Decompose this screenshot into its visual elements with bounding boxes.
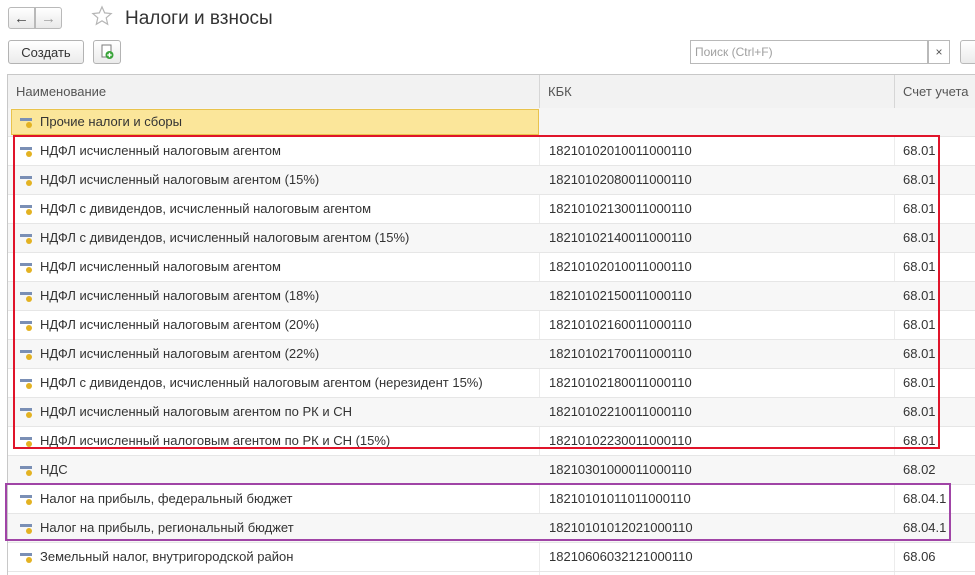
table-row[interactable]: НДФЛ исчисленный налоговым агентом по РК… bbox=[8, 427, 975, 456]
row-account: 68.02 bbox=[903, 462, 936, 477]
table-row[interactable]: Земельный налог, внутригородской район 18… bbox=[8, 543, 975, 572]
search-options-button[interactable] bbox=[960, 40, 975, 64]
favorite-star-icon[interactable] bbox=[91, 5, 113, 27]
row-name: НДФЛ исчисленный налоговым агентом bbox=[40, 143, 281, 158]
search-clear-button[interactable]: × bbox=[928, 40, 950, 64]
row-kbk: 18210102230011000110 bbox=[549, 433, 692, 448]
row-account: 68.01 bbox=[903, 288, 936, 303]
catalog-item-icon bbox=[20, 524, 32, 534]
add-document-icon bbox=[101, 44, 114, 59]
row-account: 68.01 bbox=[903, 259, 936, 274]
copy-button[interactable] bbox=[93, 40, 121, 64]
catalog-item-icon bbox=[20, 466, 32, 476]
row-kbk: 18210102160011000110 bbox=[549, 317, 692, 332]
row-kbk: 18210102080011000110 bbox=[549, 172, 692, 187]
table-row[interactable]: НДФЛ исчисленный налоговым агентом (22%)… bbox=[8, 340, 975, 369]
table-row[interactable]: Налог на прибыль, федеральный бюджет 1821… bbox=[8, 485, 975, 514]
row-name: НДФЛ исчисленный налоговым агентом по РК… bbox=[40, 433, 391, 448]
catalog-item-icon bbox=[20, 176, 32, 186]
row-kbk: 18210301000011000110 bbox=[549, 462, 692, 477]
row-name: НДФЛ исчисленный налоговым агентом по РК… bbox=[40, 404, 352, 419]
taxes-table: Наименование КБК Счет учета Прочие налог… bbox=[7, 74, 975, 575]
table-row[interactable]: НДФЛ исчисленный налоговым агентом 182101… bbox=[8, 137, 975, 166]
column-header-name[interactable]: Наименование bbox=[8, 75, 539, 108]
catalog-item-icon bbox=[20, 321, 32, 331]
row-kbk: 18210102010011000110 bbox=[549, 259, 692, 274]
create-button[interactable]: Создать bbox=[8, 40, 84, 64]
row-kbk: 18210102180011000110 bbox=[549, 375, 692, 390]
catalog-item-icon bbox=[20, 263, 32, 273]
forward-button[interactable]: → bbox=[35, 7, 62, 29]
row-name: НДФЛ исчисленный налоговым агентом (22%) bbox=[40, 346, 320, 361]
row-name: НДФЛ с дивидендов, исчисленный налоговым… bbox=[40, 375, 483, 390]
table-header: Наименование КБК Счет учета bbox=[8, 75, 975, 109]
row-kbk: 18210102140011000110 bbox=[549, 230, 692, 245]
row-account: 68.01 bbox=[903, 317, 936, 332]
table-row[interactable]: НДФЛ исчисленный налоговым агентом (18%)… bbox=[8, 282, 975, 311]
catalog-item-icon bbox=[20, 234, 32, 244]
catalog-item-icon bbox=[20, 408, 32, 418]
row-account: 68.01 bbox=[903, 172, 936, 187]
row-name: Земельный налог, внутригородской район bbox=[40, 549, 294, 564]
table-row[interactable]: НДФЛ с дивидендов, исчисленный налоговым… bbox=[8, 195, 975, 224]
arrow-right-icon: → bbox=[41, 9, 56, 27]
catalog-item-icon bbox=[20, 553, 32, 563]
row-kbk: 18210102150011000110 bbox=[549, 288, 692, 303]
arrow-left-icon: ← bbox=[14, 9, 29, 27]
row-name: Налог на прибыль, региональный бюджет bbox=[40, 520, 294, 535]
table-row[interactable]: НДФЛ исчисленный налоговым агентом (20%)… bbox=[8, 311, 975, 340]
table-row-group[interactable]: Прочие налоги и сборы bbox=[8, 108, 975, 137]
table-row[interactable]: НДС 18210301000011000110 68.02 bbox=[8, 456, 975, 485]
column-header-account[interactable]: Счет учета bbox=[895, 75, 975, 108]
table-row[interactable]: НДФЛ исчисленный налоговым агентом по РК… bbox=[8, 398, 975, 427]
row-name: НДФЛ с дивидендов, исчисленный налоговым… bbox=[40, 230, 410, 245]
row-name: НДФЛ исчисленный налоговым агентом bbox=[40, 259, 281, 274]
row-name: НДС bbox=[40, 462, 68, 477]
row-name: НДФЛ исчисленный налоговым агентом (15%) bbox=[40, 172, 320, 187]
row-account: 68.01 bbox=[903, 404, 936, 419]
row-kbk: 18210101011011000110 bbox=[549, 491, 691, 506]
row-account: 68.04.1 bbox=[903, 520, 947, 535]
folder-item-icon bbox=[20, 118, 32, 128]
back-button[interactable]: ← bbox=[8, 7, 35, 29]
catalog-item-icon bbox=[20, 350, 32, 360]
catalog-item-icon bbox=[20, 292, 32, 302]
table-row[interactable]: НДФЛ с дивидендов, исчисленный налоговым… bbox=[8, 224, 975, 253]
row-kbk: 18210102170011000110 bbox=[549, 346, 692, 361]
row-name: Прочие налоги и сборы bbox=[40, 114, 183, 129]
catalog-item-icon bbox=[20, 379, 32, 389]
table-row[interactable]: НДФЛ исчисленный налоговым агентом (15%)… bbox=[8, 166, 975, 195]
row-account: 68.01 bbox=[903, 143, 936, 158]
row-account: 68.01 bbox=[903, 346, 936, 361]
catalog-item-icon bbox=[20, 495, 32, 505]
row-account: 68.01 bbox=[903, 230, 936, 245]
row-account: 68.04.1 bbox=[903, 491, 947, 506]
row-name: НДФЛ исчисленный налоговым агентом (18%) bbox=[40, 288, 320, 303]
row-name: НДФЛ с дивидендов, исчисленный налоговым… bbox=[40, 201, 372, 216]
table-row[interactable]: НДФЛ с дивидендов, исчисленный налоговым… bbox=[8, 369, 975, 398]
catalog-item-icon bbox=[20, 205, 32, 215]
search-input[interactable] bbox=[690, 40, 928, 64]
column-header-kbk[interactable]: КБК bbox=[540, 75, 894, 108]
table-row[interactable]: Налог на прибыль, региональный бюджет 182… bbox=[8, 514, 975, 543]
row-account: 68.01 bbox=[903, 433, 936, 448]
table-row[interactable]: НДФЛ исчисленный налоговым агентом 182101… bbox=[8, 253, 975, 282]
row-kbk: 18210606032121000110 bbox=[549, 549, 693, 564]
row-kbk: 18210102210011000110 bbox=[549, 404, 692, 419]
row-account: 68.01 bbox=[903, 375, 936, 390]
row-kbk: 18210102130011000110 bbox=[549, 201, 692, 216]
row-name: Налог на прибыль, федеральный бюджет bbox=[40, 491, 293, 506]
row-account: 68.06 bbox=[903, 549, 936, 564]
row-account: 68.01 bbox=[903, 201, 936, 216]
row-kbk: 18210102010011000110 bbox=[549, 143, 692, 158]
row-kbk: 18210101012021000110 bbox=[549, 520, 693, 535]
row-name: НДФЛ исчисленный налоговым агентом (20%) bbox=[40, 317, 320, 332]
catalog-item-icon bbox=[20, 437, 32, 447]
catalog-item-icon bbox=[20, 147, 32, 157]
page-title: Налоги и взносы bbox=[125, 8, 273, 29]
